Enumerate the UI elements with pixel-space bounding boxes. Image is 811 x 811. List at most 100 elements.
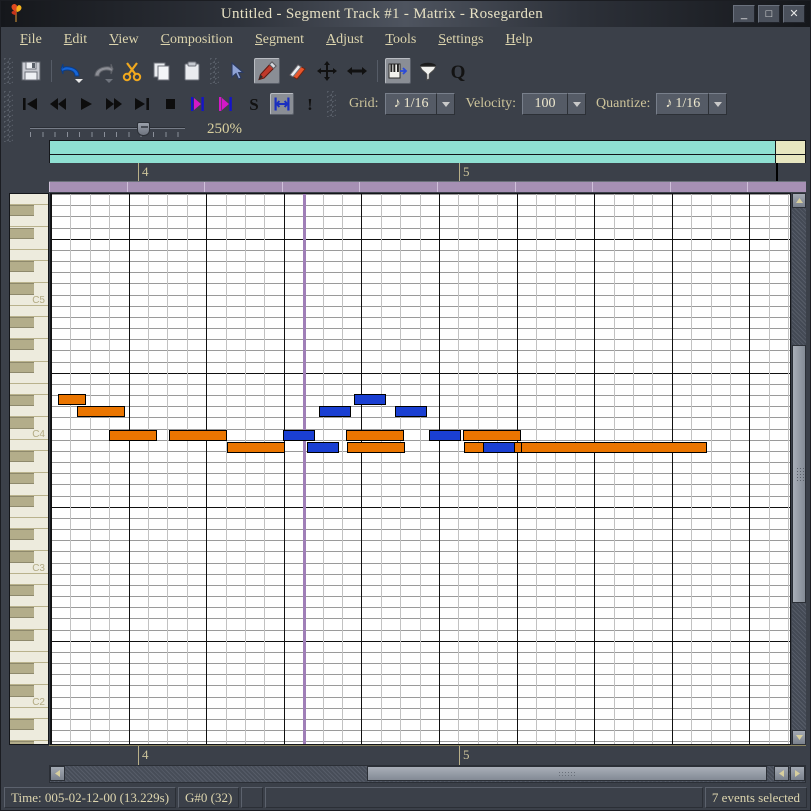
piano-key-white[interactable] (10, 596, 48, 608)
vertical-scrollbar-thumb[interactable] (792, 345, 806, 603)
piano-key-white[interactable] (10, 651, 48, 664)
menu-file[interactable]: File (9, 30, 53, 50)
matrix-note[interactable] (227, 442, 285, 453)
rewind-button[interactable] (46, 93, 70, 115)
menu-adjust[interactable]: Adjust (315, 30, 374, 50)
zoom-slider[interactable] (30, 121, 185, 137)
matrix-note[interactable] (58, 394, 86, 405)
rewind-to-beginning-button[interactable] (18, 93, 42, 115)
bottom-bar-ruler[interactable]: 45 (49, 745, 806, 765)
scroll-down-button[interactable] (792, 730, 806, 745)
matrix-note[interactable] (429, 430, 461, 441)
undo-button[interactable] (59, 58, 85, 84)
close-button[interactable]: ✕ (783, 5, 805, 23)
menu-edit[interactable]: Edit (53, 30, 98, 50)
resize-tool-button[interactable] (344, 58, 370, 84)
piano-key-white[interactable] (10, 484, 48, 496)
horizontal-scrollbar-thumb[interactable] (367, 766, 767, 781)
select-tool-button[interactable] (224, 58, 250, 84)
piano-key-black[interactable] (10, 607, 34, 619)
piano-key-white[interactable] (10, 506, 48, 518)
loop-ruler[interactable] (49, 182, 806, 192)
menu-segment[interactable]: Segment (244, 30, 315, 50)
menu-composition[interactable]: Composition (150, 30, 244, 50)
matrix-insert-button[interactable] (385, 58, 411, 84)
piano-key-white[interactable] (10, 517, 48, 530)
copy-button[interactable] (149, 58, 175, 84)
toggle-tracking-button[interactable] (270, 93, 294, 115)
velocity-value[interactable]: 100 (522, 93, 568, 115)
paste-button[interactable] (179, 58, 205, 84)
menu-help[interactable]: Help (494, 30, 543, 50)
quantize-dropdown-button[interactable] (709, 93, 728, 115)
undo-dropdown-icon[interactable] (75, 79, 83, 83)
matrix-note[interactable] (109, 430, 157, 441)
piano-key-white[interactable] (10, 540, 48, 552)
piano-key-white[interactable] (10, 618, 48, 630)
piano-key-black[interactable] (10, 495, 34, 507)
piano-key-white[interactable] (10, 439, 48, 451)
velocity-dropdown-button[interactable] (568, 93, 586, 115)
piano-key-black[interactable] (10, 629, 34, 641)
piano-key-black[interactable] (10, 685, 34, 697)
matrix-canvas[interactable] (50, 193, 791, 745)
quantize-combo[interactable]: ♪ 1/16 (656, 93, 728, 115)
piano-key-black[interactable] (10, 529, 34, 541)
move-tool-button[interactable] (314, 58, 340, 84)
menu-view[interactable]: View (98, 30, 150, 50)
scroll-step-right-button[interactable] (790, 766, 805, 781)
save-button[interactable] (18, 58, 44, 84)
panic-button[interactable]: ! (298, 93, 322, 115)
play-button[interactable] (74, 93, 98, 115)
piano-key-white[interactable] (10, 238, 48, 250)
matrix-note[interactable] (463, 430, 521, 441)
piano-key-white[interactable] (10, 350, 48, 362)
piano-key-white[interactable] (10, 328, 48, 340)
piano-key-black[interactable] (10, 718, 34, 731)
cut-button[interactable] (119, 58, 145, 84)
piano-key-black[interactable] (10, 551, 34, 563)
zoom-slider-thumb[interactable] (137, 122, 150, 136)
matrix-note[interactable] (395, 406, 427, 417)
piano-key-white[interactable] (10, 462, 48, 474)
matrix-note[interactable] (283, 430, 315, 441)
menu-settings[interactable]: Settings (427, 30, 494, 50)
matrix-note[interactable] (521, 442, 707, 453)
matrix-note[interactable] (346, 430, 404, 441)
top-bar-ruler[interactable]: 45 (49, 163, 806, 182)
transport-grip[interactable] (4, 91, 13, 117)
piano-key-white[interactable] (10, 272, 48, 284)
controls-grip[interactable] (327, 91, 336, 117)
piano-keyboard[interactable]: C5 C4 C3 C2 (9, 193, 49, 745)
piano-key-black[interactable] (10, 395, 34, 407)
piano-key-white[interactable] (10, 216, 48, 228)
piano-key-white[interactable] (10, 707, 48, 719)
piano-key-white[interactable] (10, 573, 48, 585)
quantize-button[interactable]: Q (445, 58, 471, 84)
solo-button[interactable]: S (242, 93, 266, 115)
piano-key-black[interactable] (10, 283, 34, 295)
matrix-note[interactable] (319, 406, 351, 417)
grid-dropdown-button[interactable] (437, 93, 456, 115)
set-loop-end-button[interactable] (214, 93, 238, 115)
matrix-note[interactable] (354, 394, 386, 405)
piano-key-white[interactable] (10, 249, 48, 261)
piano-key-white[interactable] (10, 674, 48, 686)
menu-tools[interactable]: Tools (374, 30, 427, 50)
piano-key-white[interactable] (10, 383, 48, 396)
minimize-button[interactable]: _ (733, 5, 755, 23)
scroll-up-button[interactable] (792, 193, 806, 208)
piano-key-white[interactable] (10, 730, 48, 742)
horizontal-scrollbar[interactable] (49, 765, 806, 783)
piano-key-white[interactable] (10, 305, 48, 317)
toolbar-grip-2[interactable] (210, 58, 219, 84)
toolbar-grip[interactable] (4, 58, 13, 84)
scroll-step-left-button[interactable] (774, 766, 789, 781)
velocity-combo[interactable]: 100 (522, 93, 586, 115)
matrix-note[interactable] (347, 442, 405, 453)
piano-key-black[interactable] (10, 663, 34, 675)
piano-key-black[interactable] (10, 227, 34, 239)
piano-key-black[interactable] (10, 741, 34, 744)
piano-key-black[interactable] (10, 261, 34, 273)
piano-key-black[interactable] (10, 450, 34, 463)
